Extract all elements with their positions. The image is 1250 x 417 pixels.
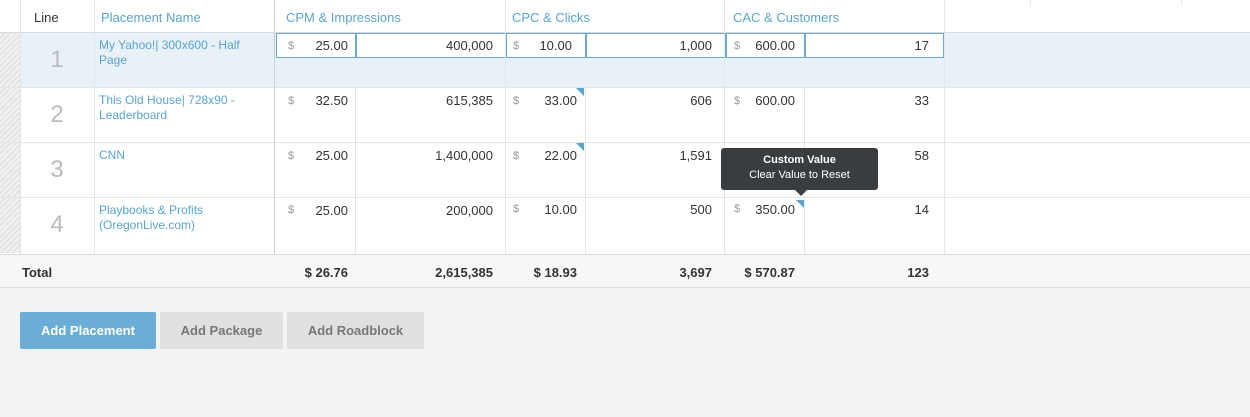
add-package-button[interactable]: Add Package: [160, 312, 283, 349]
column-divider: [944, 0, 945, 254]
placements-grid: Line Placement Name CPM & Impressions CP…: [0, 0, 1250, 288]
column-divider: [1181, 0, 1182, 5]
total-cpc: $ 18.93: [533, 265, 577, 280]
table-row[interactable]: 2 This Old House| 728x90 - Leaderboard $…: [0, 88, 1250, 143]
placement-name-link[interactable]: This Old House| 728x90 - Leaderboard: [99, 93, 259, 123]
total-clicks: 3,697: [679, 265, 712, 280]
impressions-value: 400,000: [446, 38, 493, 53]
table-row[interactable]: 3 CNN $ 25.00 1,400,000 $ 22.00 1,591 58: [0, 143, 1250, 198]
placement-name-link[interactable]: CNN: [99, 148, 259, 163]
impressions-value[interactable]: 615,385: [380, 93, 493, 108]
impressions-value[interactable]: 200,000: [380, 203, 493, 218]
totals-label: Total: [22, 265, 53, 280]
currency-symbol: $: [513, 95, 520, 107]
currency-symbol: $: [734, 203, 741, 215]
cpc-value[interactable]: 10.00: [520, 202, 577, 217]
currency-symbol: $: [288, 150, 295, 162]
row-divider: [0, 87, 1250, 88]
total-impressions: 2,615,385: [435, 265, 493, 280]
tooltip-subtitle: Clear Value to Reset: [749, 169, 850, 181]
currency-symbol: $: [288, 204, 295, 216]
currency-symbol: $: [288, 40, 295, 52]
row-divider: [0, 142, 1250, 143]
column-divider: [20, 0, 21, 254]
cpc-value: 10.00: [539, 38, 572, 53]
row-drag-handle[interactable]: [0, 33, 20, 88]
header-cpm-impressions[interactable]: CPM & Impressions: [286, 0, 496, 32]
add-roadblock-button[interactable]: Add Roadblock: [287, 312, 424, 349]
line-number: 3: [50, 156, 64, 183]
placement-name-link[interactable]: My Yahoo!| 300x600 - Half Page: [99, 38, 259, 68]
cac-value[interactable]: 600.00: [742, 93, 795, 108]
clicks-value[interactable]: 1,591: [600, 148, 712, 163]
custom-value-indicator-icon[interactable]: [796, 200, 804, 208]
totals-row: Total $ 26.76 2,615,385 $ 18.93 3,697 $ …: [0, 254, 1250, 288]
impressions-value[interactable]: 1,400,000: [380, 148, 493, 163]
header-cac-customers[interactable]: CAC & Customers: [733, 0, 943, 32]
currency-symbol: $: [513, 40, 520, 52]
customers-value[interactable]: 33: [820, 93, 929, 108]
currency-symbol: $: [734, 40, 741, 52]
clicks-value: 1,000: [679, 38, 712, 53]
tooltip-title: Custom Value: [763, 154, 836, 166]
custom-value-indicator-icon[interactable]: [576, 143, 584, 151]
tooltip-arrow: [795, 190, 807, 196]
customers-value: 17: [914, 38, 929, 53]
cpc-value[interactable]: 22.00: [520, 148, 577, 163]
line-number: 2: [50, 101, 64, 128]
custom-value-tooltip: Custom Value Clear Value to Reset: [721, 148, 878, 196]
add-placement-button[interactable]: Add Placement: [20, 312, 156, 349]
cac-value[interactable]: 350.00: [742, 202, 795, 217]
line-number: 4: [50, 211, 64, 238]
column-divider: [724, 0, 725, 254]
currency-symbol: $: [513, 150, 520, 162]
total-customers: 123: [907, 265, 929, 280]
cpm-value[interactable]: 25.00: [296, 148, 348, 163]
cpm-value[interactable]: 32.50: [296, 93, 348, 108]
currency-symbol: $: [513, 203, 520, 215]
row-drag-handle[interactable]: [0, 143, 20, 198]
cac-value: 600.00: [755, 38, 795, 53]
header-cpc-clicks[interactable]: CPC & Clicks: [512, 0, 722, 32]
header-line: Line: [34, 10, 59, 25]
total-cpm: $ 26.76: [304, 265, 348, 280]
row-drag-handle[interactable]: [0, 88, 20, 143]
column-divider: [1030, 0, 1031, 5]
column-divider: [94, 0, 95, 254]
cpm-value[interactable]: 25.00: [296, 203, 348, 218]
clicks-value[interactable]: 500: [600, 202, 712, 217]
header-placement-name[interactable]: Placement Name: [101, 0, 271, 32]
total-cac: $ 570.87: [744, 265, 795, 280]
column-divider: [274, 0, 275, 288]
column-divider: [505, 0, 506, 254]
currency-symbol: $: [734, 95, 741, 107]
column-divider: [585, 88, 586, 254]
customers-value[interactable]: 14: [820, 202, 929, 217]
line-number: 1: [50, 46, 64, 73]
clicks-value[interactable]: 606: [600, 93, 712, 108]
cpc-value[interactable]: 33.00: [520, 93, 577, 108]
row-divider: [0, 197, 1250, 198]
table-row[interactable]: 1 My Yahoo!| 300x600 - Half Page $ 25.00…: [0, 33, 1250, 88]
table-row[interactable]: 4 Playbooks & Profits (OregonLive.com) $…: [0, 198, 1250, 253]
column-divider: [355, 88, 356, 254]
placement-name-link[interactable]: Playbooks & Profits (OregonLive.com): [99, 203, 259, 233]
currency-symbol: $: [288, 95, 295, 107]
cpm-value: 25.00: [315, 38, 348, 53]
custom-value-indicator-icon[interactable]: [576, 88, 584, 96]
row-drag-handle[interactable]: [0, 198, 20, 253]
